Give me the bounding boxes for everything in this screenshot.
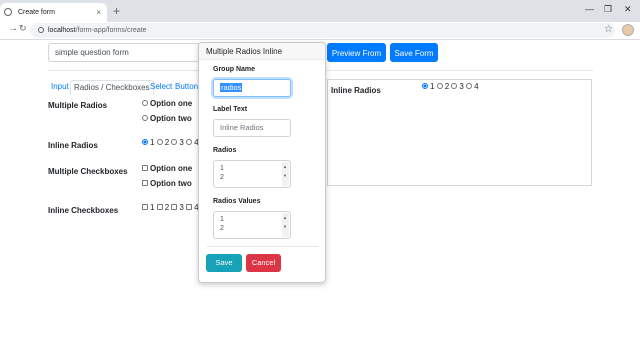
textarea-scrollbar[interactable] — [282, 213, 289, 237]
field-editor-popover: Multiple Radios Inline Group Name radios… — [198, 42, 326, 283]
forward-icon[interactable]: → — [8, 23, 18, 34]
radios-textarea[interactable]: 1 2 — [213, 160, 291, 188]
url-path: /form-app/forms/create — [75, 27, 147, 34]
preview-radio-group: 1 2 3 4 — [422, 82, 479, 91]
checkbox[interactable] — [142, 164, 148, 171]
cancel-button[interactable]: Cancel — [246, 254, 281, 272]
popover-divider — [207, 246, 319, 247]
page-icon — [4, 8, 12, 17]
label-text-label: Label Text — [213, 106, 248, 113]
radio-button[interactable] — [186, 138, 193, 145]
save-button[interactable]: Save — [206, 254, 242, 272]
radio-button[interactable] — [466, 82, 473, 89]
checkbox[interactable] — [186, 203, 193, 210]
group-name-label: Group Name — [213, 66, 256, 73]
inline-checkbox-group: 1 2 3 4 — [142, 203, 199, 212]
window-close-button[interactable]: ✕ — [624, 4, 632, 15]
radio-option[interactable]: Option one — [142, 99, 192, 108]
radio-button[interactable] — [171, 138, 178, 145]
checkbox[interactable] — [156, 203, 163, 210]
radio-button[interactable] — [142, 114, 148, 121]
tab-button[interactable]: Button — [175, 80, 198, 94]
label-text-input[interactable]: Inline Radios — [213, 119, 291, 137]
checkbox-option[interactable]: Option one — [142, 164, 192, 173]
radios-label: Radios — [213, 147, 237, 154]
radio-option[interactable]: Option two — [142, 114, 192, 123]
restore-button[interactable]: ❐ — [604, 4, 612, 15]
browser-tabstrip: Create form × + — ❐ ✕ — [0, 0, 640, 22]
tab-select[interactable]: Select — [150, 80, 172, 94]
inline-checkboxes-label: Inline Checkboxes — [48, 206, 119, 215]
radio-button[interactable] — [436, 82, 443, 89]
info-icon[interactable] — [38, 27, 44, 34]
form-preview-panel — [327, 79, 592, 186]
radio-button[interactable] — [451, 82, 458, 89]
reload-icon[interactable]: ↻ — [19, 23, 27, 34]
tab-input[interactable]: Input — [51, 80, 69, 94]
form-name-input[interactable]: simple question form — [48, 43, 200, 62]
multiple-radios-label: Multiple Radios — [48, 101, 108, 110]
radios-values-textarea[interactable]: 1 2 — [213, 211, 291, 239]
radio-button[interactable] — [142, 99, 148, 106]
tab-title: Create form — [17, 9, 55, 16]
checkbox[interactable] — [171, 203, 178, 210]
minimize-button[interactable]: — — [585, 4, 594, 14]
tab-close-icon[interactable]: × — [96, 3, 101, 22]
popover-title: Multiple Radios Inline — [199, 43, 325, 60]
textarea-scrollbar[interactable] — [282, 162, 289, 186]
radio-button[interactable] — [142, 138, 148, 145]
browser-toolbar: → ↻ localhost/form-app/forms/create ☆ — [0, 22, 640, 40]
checkbox-option[interactable]: Option two — [142, 179, 192, 188]
url-host: localhost — [48, 27, 76, 34]
browser-tab[interactable]: Create form × — [0, 3, 107, 22]
new-tab-button[interactable]: + — [113, 4, 120, 18]
checkbox[interactable] — [142, 203, 148, 210]
radio-button[interactable] — [156, 138, 163, 145]
address-bar[interactable]: localhost/form-app/forms/create — [30, 23, 615, 38]
group-name-input[interactable]: radios — [213, 79, 291, 97]
tab-radios-checkboxes[interactable]: Radios / Checkboxes — [70, 80, 154, 95]
radio-button[interactable] — [422, 82, 428, 89]
inline-radio-group: 1 2 3 4 — [142, 138, 199, 147]
preview-form-button[interactable]: Preview From — [327, 43, 386, 62]
radios-values-label: Radios Values — [213, 198, 261, 205]
preview-inline-radios-label: Inline Radios — [331, 86, 381, 95]
save-form-button[interactable]: Save Form — [390, 43, 438, 62]
bookmark-star-icon[interactable]: ☆ — [604, 24, 613, 35]
profile-avatar[interactable] — [622, 24, 634, 36]
checkbox[interactable] — [142, 179, 148, 186]
multiple-checkboxes-label: Multiple Checkboxes — [48, 167, 128, 176]
inline-radios-label: Inline Radios — [48, 141, 98, 150]
